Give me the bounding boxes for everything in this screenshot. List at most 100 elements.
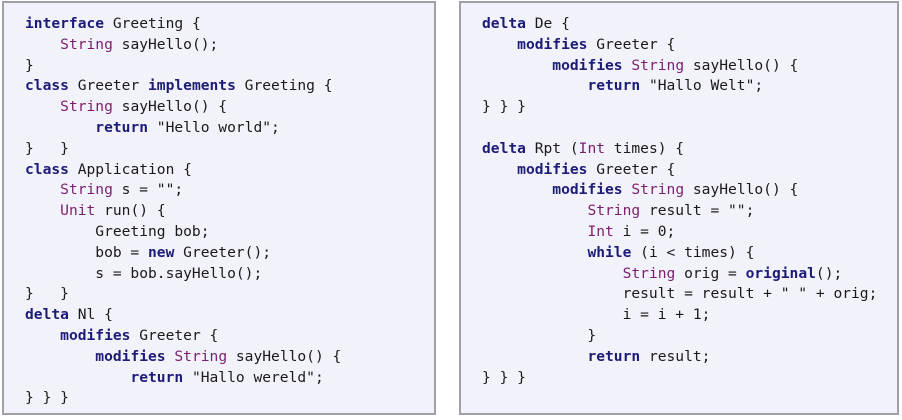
code-text: Greeter {: [130, 326, 219, 344]
code-listing-right: delta De { modifies Greeter { modifies S…: [482, 14, 877, 388]
code-text: sayHello() {: [227, 347, 342, 365]
code-text: Greeter();: [174, 243, 272, 261]
code-line: } } }: [25, 388, 341, 409]
keyword-token: original: [745, 264, 816, 282]
keyword-token: modifies: [95, 347, 166, 365]
keyword-token: delta: [482, 139, 526, 157]
code-line: } } }: [482, 368, 877, 389]
code-line: String sayHello() {: [25, 97, 341, 118]
keyword-token: while: [587, 243, 632, 261]
code-text: sayHello() {: [112, 98, 228, 116]
code-text: De {: [525, 15, 570, 32]
code-line: delta De {: [482, 14, 877, 35]
code-line: String result = "";: [482, 201, 877, 222]
code-line: }: [25, 56, 341, 77]
keyword-token: modifies: [60, 326, 131, 344]
code-line: } } }: [482, 97, 877, 118]
code-text: }: [482, 326, 597, 344]
code-line: Greeting bob;: [25, 222, 341, 243]
code-line: String sayHello();: [25, 35, 341, 56]
code-text: }: [25, 56, 34, 74]
keyword-token: modifies: [517, 35, 588, 53]
type-token: String: [174, 347, 228, 365]
code-line: } }: [25, 139, 341, 160]
keyword-token: new: [148, 243, 175, 261]
keyword-token: return: [130, 368, 184, 386]
keyword-token: return: [95, 118, 149, 136]
keyword-token: class: [25, 160, 69, 178]
code-text: "Hello world";: [148, 118, 280, 136]
code-line: } }: [25, 284, 341, 305]
code-text: Application {: [68, 160, 192, 178]
type-token: Unit: [60, 202, 96, 220]
keyword-token: implements: [148, 77, 236, 95]
type-token: String: [587, 202, 641, 220]
code-text: Greeting {: [235, 77, 333, 95]
code-text: i = 0;: [613, 222, 676, 240]
code-line: return result;: [482, 347, 877, 368]
code-text: "Hallo Welt";: [640, 77, 764, 95]
code-text: "Hallo wereld";: [183, 368, 324, 386]
keyword-token: delta: [25, 306, 69, 324]
code-line: s = bob.sayHello();: [25, 264, 341, 285]
type-token: String: [60, 35, 113, 53]
code-line: modifies Greeter {: [482, 160, 877, 181]
code-text: Greeting bob;: [25, 222, 210, 240]
code-text: Greeter: [68, 77, 149, 95]
code-text: sayHello() {: [684, 181, 799, 199]
code-text: s = bob.sayHello();: [25, 264, 263, 282]
code-text: result = "";: [640, 202, 755, 220]
code-line: result = result + " " + orig;: [482, 284, 878, 305]
keyword-token: class: [25, 77, 69, 95]
code-line: modifies Greeter {: [482, 35, 877, 56]
code-text: Greeter {: [587, 35, 676, 53]
code-line: Int i = 0;: [482, 222, 877, 243]
code-text: } }: [25, 285, 69, 303]
code-text: orig =: [675, 264, 746, 282]
code-line: modifies String sayHello() {: [25, 347, 341, 368]
keyword-token: modifies: [517, 160, 588, 178]
type-token: String: [622, 264, 676, 282]
code-text: sayHello() {: [684, 56, 799, 74]
code-text: s = "";: [112, 181, 184, 199]
keyword-token: interface: [25, 15, 105, 32]
code-line: return "Hallo Welt";: [482, 76, 877, 97]
code-line: while (i < times) {: [482, 243, 877, 264]
keyword-token: modifies: [552, 56, 623, 74]
code-panel-left: interface Greeting { String sayHello();}…: [2, 1, 436, 415]
code-text: } } }: [25, 389, 69, 407]
code-line: modifies String sayHello() {: [482, 180, 877, 201]
code-text: (i < times) {: [631, 243, 755, 261]
keyword-token: return: [587, 77, 641, 95]
code-text: sayHello();: [112, 35, 219, 53]
code-line: Unit run() {: [25, 201, 341, 222]
code-line: bob = new Greeter();: [25, 243, 341, 264]
code-text: result = result + " " + orig;: [482, 285, 878, 303]
code-text: Rpt (: [525, 139, 579, 157]
code-line: i = i + 1;: [482, 305, 877, 326]
code-line: return "Hello world";: [25, 118, 341, 139]
code-text: } }: [25, 139, 69, 157]
code-panel-right: delta De { modifies Greeter { modifies S…: [459, 1, 899, 415]
code-text: Nl {: [68, 306, 113, 324]
code-line: delta Rpt (Int times) {: [482, 139, 877, 160]
type-token: Int: [578, 139, 606, 157]
type-token: String: [60, 181, 113, 199]
code-text: ();: [815, 264, 843, 282]
code-text: i = i + 1;: [482, 306, 711, 324]
code-text: bob =: [25, 243, 149, 261]
code-line: ​: [482, 118, 877, 139]
code-text: result;: [640, 347, 711, 365]
code-text: Greeting {: [104, 15, 201, 32]
